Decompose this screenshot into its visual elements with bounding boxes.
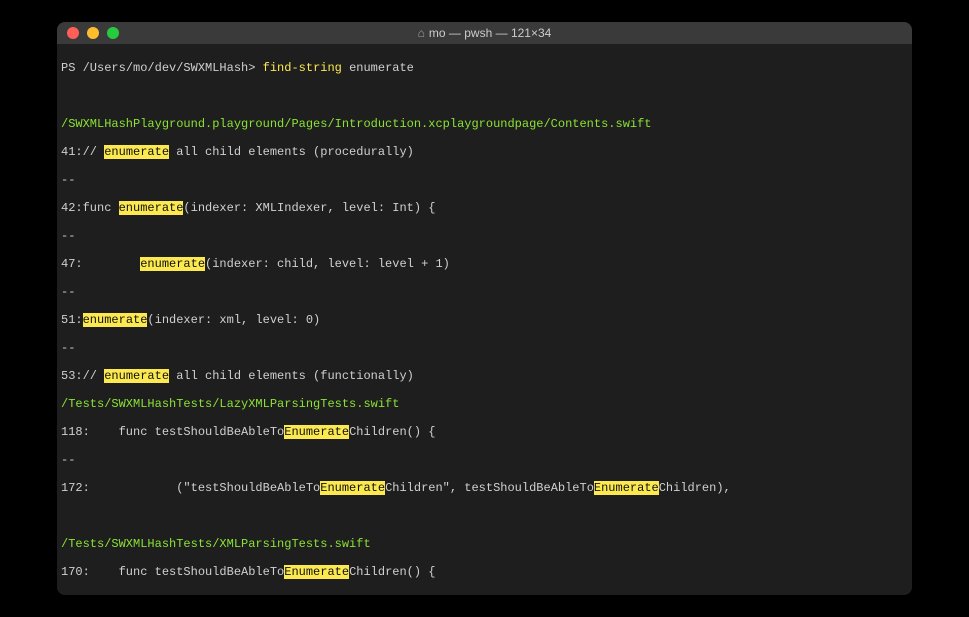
match-highlight: Enumerate xyxy=(284,425,349,439)
separator: -- xyxy=(61,341,908,355)
result-line: 47: enumerate(indexer: child, level: lev… xyxy=(61,257,908,271)
titlebar: ⌂mo — pwsh — 121×34 xyxy=(57,22,912,44)
result-line: 51:enumerate(indexer: xml, level: 0) xyxy=(61,313,908,327)
separator: -- xyxy=(61,229,908,243)
terminal-window: ⌂mo — pwsh — 121×34 PS /Users/mo/dev/SWX… xyxy=(57,22,912,595)
match-highlight: Enumerate xyxy=(284,565,349,579)
match-highlight: enumerate xyxy=(104,369,169,383)
close-button[interactable] xyxy=(67,27,79,39)
result-line: 118: func testShouldBeAbleToEnumerateChi… xyxy=(61,425,908,439)
prompt-line: PS /Users/mo/dev/SWXMLHash> find-string … xyxy=(61,61,908,75)
traffic-lights xyxy=(57,27,119,39)
separator: -- xyxy=(61,453,908,467)
blank-line xyxy=(61,509,908,523)
minimize-button[interactable] xyxy=(87,27,99,39)
separator: -- xyxy=(61,173,908,187)
result-line: 170: func testShouldBeAbleToEnumerateChi… xyxy=(61,565,908,579)
separator: -- xyxy=(61,285,908,299)
terminal-body[interactable]: PS /Users/mo/dev/SWXMLHash> find-string … xyxy=(57,44,912,595)
file-path: /Tests/SWXMLHashTests/XMLParsingTests.sw… xyxy=(61,537,908,551)
maximize-button[interactable] xyxy=(107,27,119,39)
window-title: ⌂mo — pwsh — 121×34 xyxy=(57,26,912,40)
match-highlight: enumerate xyxy=(119,201,184,215)
separator: -- xyxy=(61,593,908,595)
file-path: /SWXMLHashPlayground.playground/Pages/In… xyxy=(61,117,908,131)
match-highlight: enumerate xyxy=(140,257,205,271)
home-icon: ⌂ xyxy=(418,26,425,40)
result-line: 41:// enumerate all child elements (proc… xyxy=(61,145,908,159)
blank-line xyxy=(61,89,908,103)
command: find-string xyxy=(263,61,342,75)
match-highlight: Enumerate xyxy=(594,481,659,495)
match-highlight: enumerate xyxy=(104,145,169,159)
result-line: 53:// enumerate all child elements (func… xyxy=(61,369,908,383)
result-line: 172: ("testShouldBeAbleToEnumerateChildr… xyxy=(61,481,908,495)
match-highlight: enumerate xyxy=(83,313,148,327)
file-path: /Tests/SWXMLHashTests/LazyXMLParsingTest… xyxy=(61,397,908,411)
match-highlight: Enumerate xyxy=(320,481,385,495)
result-line: 42:func enumerate(indexer: XMLIndexer, l… xyxy=(61,201,908,215)
